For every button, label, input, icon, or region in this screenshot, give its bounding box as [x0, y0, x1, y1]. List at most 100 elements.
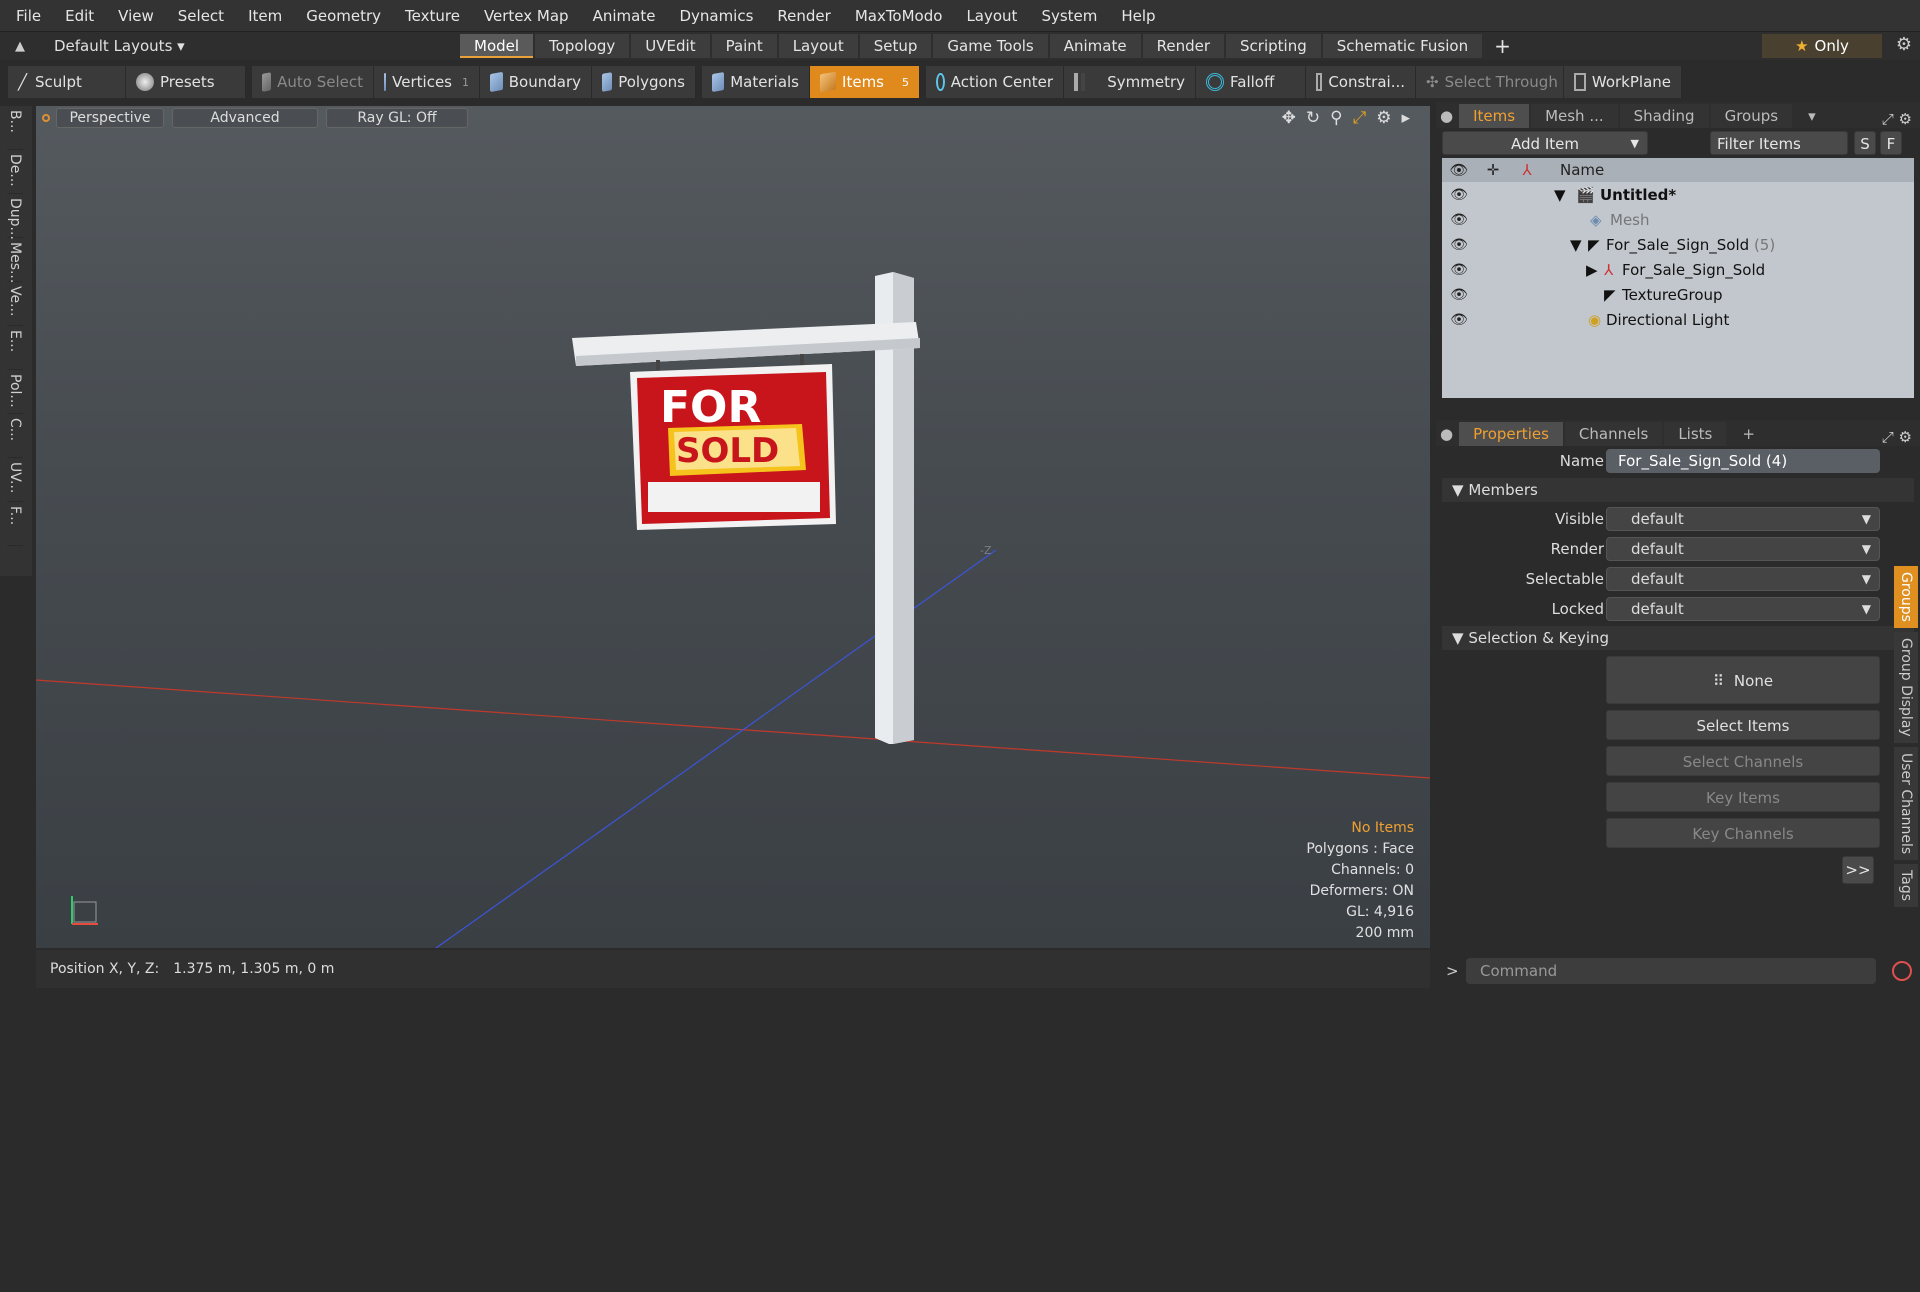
tabs-dropdown-icon[interactable]: ▾ [1794, 104, 1830, 128]
rotate-icon[interactable]: ↻ [1306, 108, 1320, 128]
only-button[interactable]: ★ Only [1762, 34, 1882, 58]
tab-animate[interactable]: Animate [1049, 34, 1141, 58]
tree-row-locator[interactable]: 👁 ▶ ⅄ For_Sale_Sign_Sold [1442, 257, 1914, 282]
3d-viewport[interactable]: -Z FOR SOLD Perspective Advanced Ray GL:… [36, 106, 1430, 948]
tab-uvedit[interactable]: UVEdit [631, 34, 710, 58]
menu-maxtomodo[interactable]: MaxToModo [843, 7, 955, 25]
left-tab-polygon[interactable]: Pol... [7, 370, 23, 414]
tab-groups[interactable]: Groups [1710, 104, 1793, 128]
menu-geometry[interactable]: Geometry [294, 7, 393, 25]
selection-keying-section[interactable]: ▼ Selection & Keying [1442, 626, 1914, 650]
menu-layout[interactable]: Layout [954, 7, 1029, 25]
name-column-header[interactable]: Name [1560, 161, 1604, 179]
menu-view[interactable]: View [106, 7, 166, 25]
tab-scripting[interactable]: Scripting [1226, 34, 1321, 58]
viewport-settings-icon[interactable]: ⚙ [1376, 108, 1391, 128]
eye-icon[interactable]: 👁 [1442, 212, 1476, 228]
side-tab-group-display[interactable]: Group Display [1894, 631, 1918, 743]
left-tab-duplicate[interactable]: Dup... [7, 194, 23, 240]
members-section[interactable]: ▼ Members [1442, 478, 1914, 502]
eye-icon[interactable]: 👁 [1442, 262, 1476, 278]
expand-arrow-icon[interactable]: ▼ [1554, 186, 1566, 204]
key-items-button[interactable]: Key Items [1606, 782, 1880, 812]
menu-file[interactable]: File [4, 7, 53, 25]
left-tab-basic[interactable]: B... [7, 106, 23, 150]
viewport-options-icon[interactable] [42, 114, 50, 122]
tab-game-tools[interactable]: Game Tools [933, 34, 1048, 58]
vertices-button[interactable]: Vertices 1 [374, 66, 480, 98]
locked-dropdown[interactable]: default ▼ [1606, 597, 1880, 621]
menu-help[interactable]: Help [1109, 7, 1167, 25]
pan-icon[interactable]: ✥ [1282, 108, 1296, 128]
zoom-icon[interactable]: ⚲ [1330, 108, 1342, 128]
auto-select-button[interactable]: Auto Select [252, 66, 374, 98]
select-through-button[interactable]: ✣ Select Through [1416, 66, 1564, 98]
left-tab-curve[interactable]: C... [7, 414, 23, 458]
add-tab-plus-icon[interactable]: + [1484, 34, 1521, 58]
collapse-up-icon[interactable]: ▲ [0, 39, 40, 54]
tab-topology[interactable]: Topology [535, 34, 630, 58]
advanced-dropdown[interactable]: Advanced [172, 108, 318, 128]
add-item-button[interactable]: Add Item ▼ [1442, 131, 1648, 155]
visible-dropdown[interactable]: default ▼ [1606, 507, 1880, 531]
tab-schematic-fusion[interactable]: Schematic Fusion [1322, 34, 1483, 58]
render-dropdown[interactable]: default ▼ [1606, 537, 1880, 561]
left-tab-fusion[interactable]: F... [7, 502, 23, 546]
s-button[interactable]: S [1854, 131, 1876, 155]
more-button[interactable]: >> [1842, 856, 1874, 884]
raygl-dropdown[interactable]: Ray GL: Off [326, 108, 468, 128]
tab-channels[interactable]: Channels [1564, 422, 1663, 446]
eye-icon[interactable]: 👁 [1442, 187, 1476, 203]
gear-icon[interactable]: ⚙ [1896, 34, 1912, 55]
falloff-button[interactable]: Falloff [1196, 66, 1306, 98]
left-tab-vertex[interactable]: Ve... [7, 282, 23, 326]
menu-dynamics[interactable]: Dynamics [667, 7, 765, 25]
left-tab-edge[interactable]: E... [7, 326, 23, 370]
eye-icon[interactable]: 👁 [1442, 312, 1476, 328]
tab-setup[interactable]: Setup [859, 34, 932, 58]
polygons-button[interactable]: Polygons [592, 66, 696, 98]
panel-maximize-icon[interactable]: ⤢ ⚙ [1882, 110, 1912, 128]
tab-properties[interactable]: Properties [1459, 422, 1563, 446]
none-button[interactable]: ⠿ None [1606, 656, 1880, 704]
select-items-button[interactable]: Select Items [1606, 710, 1880, 740]
select-channels-button[interactable]: Select Channels [1606, 746, 1880, 776]
boundary-button[interactable]: Boundary [480, 66, 592, 98]
default-layouts-dropdown[interactable]: Default Layouts ▾ [40, 37, 460, 55]
menu-animate[interactable]: Animate [581, 7, 668, 25]
constraints-button[interactable]: Constrai... [1306, 66, 1416, 98]
add-tab-plus-icon[interactable]: + [1728, 422, 1769, 446]
tree-row-light[interactable]: 👁 ◉ Directional Light [1442, 307, 1914, 332]
menu-edit[interactable]: Edit [53, 7, 106, 25]
command-input[interactable]: Command [1466, 958, 1876, 984]
tree-row-mesh[interactable]: 👁 ◈ Mesh [1442, 207, 1914, 232]
eye-icon[interactable]: 👁 [1442, 287, 1476, 303]
menu-render[interactable]: Render [765, 7, 842, 25]
symmetry-button[interactable]: Symmetry [1064, 66, 1196, 98]
record-icon[interactable] [1892, 961, 1912, 981]
f-button[interactable]: F [1880, 131, 1902, 155]
items-button[interactable]: Items 5 [810, 66, 920, 98]
side-tab-groups[interactable]: Groups [1894, 566, 1918, 628]
tab-mesh[interactable]: Mesh ... [1531, 104, 1618, 128]
sculpt-button[interactable]: ╱ Sculpt [8, 66, 126, 98]
fit-icon[interactable]: ⤢ [1353, 108, 1367, 128]
menu-system[interactable]: System [1029, 7, 1109, 25]
tree-row-texturegroup[interactable]: 👁 ◤ TextureGroup [1442, 282, 1914, 307]
menu-item[interactable]: Item [236, 7, 294, 25]
left-tab-mesh[interactable]: Mes... [7, 238, 23, 283]
tab-lists[interactable]: Lists [1664, 422, 1727, 446]
tab-render[interactable]: Render [1142, 34, 1225, 58]
tab-shading[interactable]: Shading [1619, 104, 1709, 128]
panel-menu-icon[interactable]: ● [1436, 104, 1457, 128]
tree-row-untitled[interactable]: 👁 ▼ 🎬 Untitled* [1442, 182, 1914, 207]
side-tab-user-channels[interactable]: User Channels [1894, 746, 1918, 860]
collapse-arrow-icon[interactable]: ▶ [1586, 261, 1598, 279]
tab-model[interactable]: Model [460, 34, 534, 58]
perspective-dropdown[interactable]: Perspective [56, 108, 164, 128]
left-tab-uv[interactable]: UV... [7, 458, 23, 502]
eye-icon[interactable]: 👁 [1442, 237, 1476, 253]
menu-select[interactable]: Select [166, 7, 236, 25]
menu-texture[interactable]: Texture [393, 7, 472, 25]
workplane-button[interactable]: WorkPlane [1564, 66, 1682, 98]
